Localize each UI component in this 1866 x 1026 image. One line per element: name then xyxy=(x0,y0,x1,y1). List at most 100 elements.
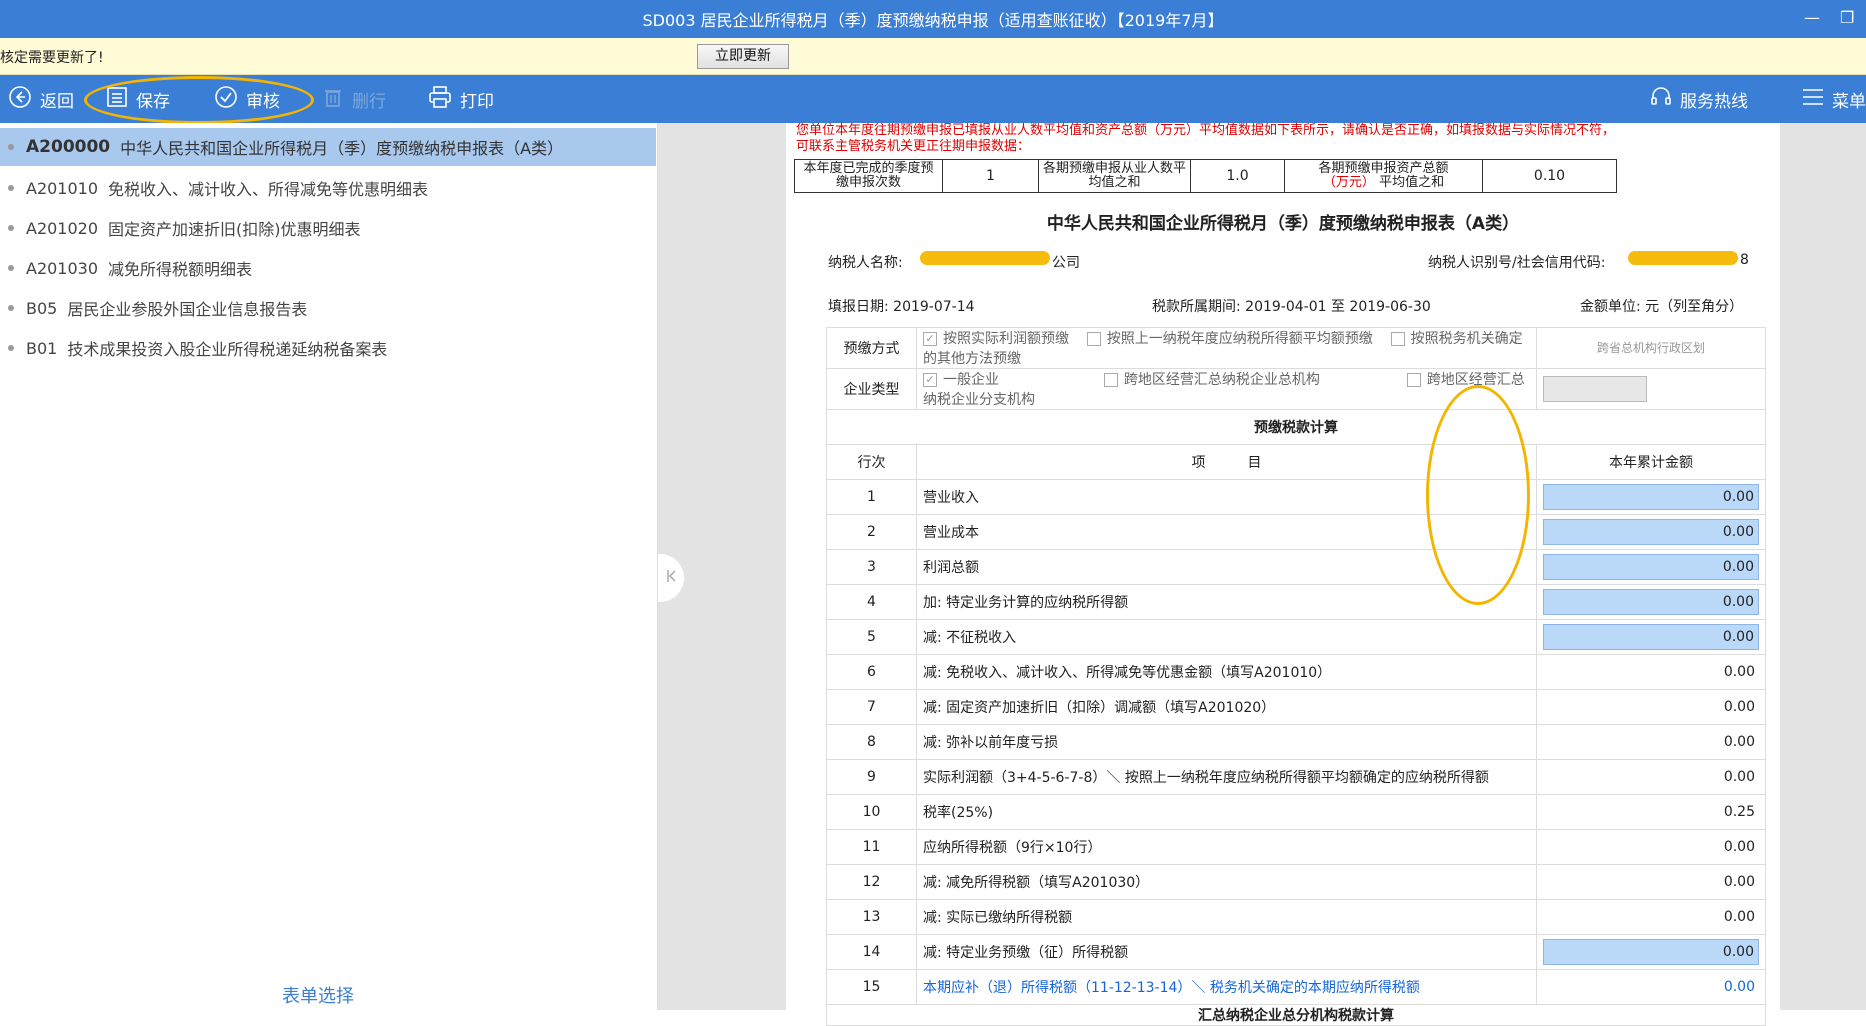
summary-value-2: 1.0 xyxy=(1190,159,1285,193)
form-table: 预缴方式 ✓ 按照实际利润额预缴 按照上一纳税年度应纳税所得额平均额预缴 按照税务… xyxy=(826,327,1766,1026)
amount-input[interactable]: 0.00 xyxy=(1543,624,1759,650)
amount-value: 0.00 xyxy=(1723,769,1755,785)
prepay-opt1-checkbox[interactable]: ✓ 按照实际利润额预缴 xyxy=(923,331,1069,347)
row-number: 8 xyxy=(826,724,917,760)
amount-value: 0.00 xyxy=(1723,839,1755,855)
taxpayer-name-value: 公司 xyxy=(1052,255,1080,271)
trash-icon xyxy=(322,86,344,113)
row-number: 1 xyxy=(826,479,917,515)
amount-input[interactable]: 0.00 xyxy=(1543,554,1759,580)
amount-input[interactable]: 0.00 xyxy=(1543,484,1759,510)
sidebar-item-b05[interactable]: B05 居民企业参股外国企业信息报告表 xyxy=(0,289,656,327)
bullet-icon xyxy=(8,265,14,271)
printer-icon xyxy=(428,85,452,113)
row-amount-cell: 0.00 xyxy=(1536,759,1766,795)
collapse-left-icon xyxy=(666,569,676,587)
sidebar-item-label: 技术成果投资入股企业所得税递延纳税备案表 xyxy=(67,340,388,359)
hotline-label: 服务热线 xyxy=(1680,91,1748,112)
right-margin xyxy=(1780,123,1866,1010)
row-item: 减: 减免所得税额（填写A201030） xyxy=(916,864,1537,900)
table-row: 12 减: 减免所得税额（填写A201030） 0.00 xyxy=(826,864,1766,900)
row-number: 6 xyxy=(826,654,917,690)
warning-text: 您单位本年度往期预缴申报已填报从业人数平均值和资产总额（万元）平均值数据如下表所… xyxy=(796,123,1616,154)
row-amount-cell: 0.00 xyxy=(1536,479,1766,515)
summary-label-1: 本年度已完成的季度预缴申报次数 xyxy=(794,159,943,193)
summary-label-3b: （万元） xyxy=(1322,175,1375,190)
type-opt2-label: 跨地区经营汇总纳税企业总机构 xyxy=(1123,372,1320,388)
type-opt2-checkbox[interactable]: 跨地区经营汇总纳税企业总机构 xyxy=(1103,372,1320,388)
form-select-link[interactable]: 表单选择 xyxy=(282,982,354,1008)
amount-input[interactable]: 0.00 xyxy=(1543,519,1759,545)
bullet-icon xyxy=(8,185,14,191)
amount-value: 0.25 xyxy=(1723,804,1755,820)
row-item: 应纳所得税额（9行×10行） xyxy=(916,829,1537,865)
prepay-opt2-checkbox[interactable]: 按照上一纳税年度应纳税所得额平均额预缴 xyxy=(1086,331,1373,347)
row-number: 7 xyxy=(826,689,917,725)
print-button[interactable]: 打印 xyxy=(428,75,494,123)
type-opt1-checkbox[interactable]: ✓ 一般企业 xyxy=(923,372,999,388)
amount-value: 0.00 xyxy=(1723,664,1755,680)
amount-input[interactable]: 0.00 xyxy=(1543,589,1759,615)
row-item: 加: 特定业务计算的应纳税所得额 xyxy=(916,584,1537,620)
row-item: 减: 不征税收入 xyxy=(916,619,1537,655)
row-item: 减: 特定业务预缴（征）所得税额 xyxy=(916,934,1537,970)
hotline-button[interactable]: 服务热线 xyxy=(1650,75,1748,123)
back-button[interactable]: 返回 xyxy=(8,75,74,123)
row-amount-cell: 0.00 xyxy=(1536,619,1766,655)
table-row: 1 营业收入 0.00 xyxy=(826,479,1766,515)
region-select[interactable] xyxy=(1543,376,1647,402)
row-amount-cell: 0.00 xyxy=(1536,514,1766,550)
update-notice-bar: 核定需要更新了! 立即更新 xyxy=(0,38,1866,75)
menu-button[interactable]: 菜单 xyxy=(1802,75,1866,123)
table-row: 11 应纳所得税额（9行×10行） 0.00 xyxy=(826,829,1766,865)
table-row: 13 减: 实际已缴纳所得税额 0.00 xyxy=(826,899,1766,935)
summary-label-3c: 平均值之和 xyxy=(1379,175,1445,190)
sidebar-item-b01[interactable]: B01 技术成果投资入股企业所得税递延纳税备案表 xyxy=(0,329,656,367)
taxpayer-id-value: 8 xyxy=(1740,252,1749,268)
tax-form-document: 您单位本年度往期预缴申报已填报从业人数平均值和资产总额（万元）平均值数据如下表所… xyxy=(786,123,1780,1026)
sidebar-item-a201030[interactable]: A201030 减免所得税额明细表 xyxy=(0,249,656,287)
back-label: 返回 xyxy=(40,91,74,112)
sidebar-item-a201020[interactable]: A201020 固定资产加速折旧(扣除)优惠明细表 xyxy=(0,209,656,247)
menu-label: 菜单 xyxy=(1832,91,1866,112)
checkbox-icon xyxy=(1390,332,1405,346)
amount-input[interactable]: 0.00 xyxy=(1543,939,1759,965)
prepay-method-label: 预缴方式 xyxy=(826,327,917,369)
row-amount-cell: 0.00 xyxy=(1536,899,1766,935)
menu-icon xyxy=(1802,87,1824,112)
sidebar-item-label: 固定资产加速折旧(扣除)优惠明细表 xyxy=(108,220,361,239)
row-number: 13 xyxy=(826,899,917,935)
type-opt1-label: 一般企业 xyxy=(943,372,999,388)
update-now-button[interactable]: 立即更新 xyxy=(697,44,789,69)
row-item: 减: 固定资产加速折旧（扣除）调减额（填写A201020） xyxy=(916,689,1537,725)
minimize-button[interactable]: — xyxy=(1804,8,1820,27)
checkbox-checked-icon: ✓ xyxy=(923,373,937,387)
sidebar-item-code: A201010 xyxy=(26,178,99,198)
amount-value: 0.00 xyxy=(1723,979,1755,995)
next-section-title: 汇总纳税企业总分机构税款计算 xyxy=(826,1004,1766,1026)
form-list-sidebar: A200000 中华人民共和国企业所得税月（季）度预缴纳税申报表（A类） A20… xyxy=(0,123,658,1010)
restore-button[interactable]: ❐ xyxy=(1840,8,1854,27)
sidebar-item-a200000[interactable]: A200000 中华人民共和国企业所得税月（季）度预缴纳税申报表（A类） xyxy=(0,128,656,166)
prepay-method-options: ✓ 按照实际利润额预缴 按照上一纳税年度应纳税所得额平均额预缴 按照税务机关确定的… xyxy=(916,327,1537,369)
amount-value: 0.00 xyxy=(1723,734,1755,750)
sidebar-item-label: 居民企业参股外国企业信息报告表 xyxy=(67,300,308,319)
sidebar-item-code: A201030 xyxy=(26,258,99,278)
delete-row-button[interactable]: 删行 xyxy=(322,75,386,123)
headset-icon xyxy=(1650,86,1672,113)
sidebar-item-label: 中华人民共和国企业所得税月（季）度预缴纳税申报表（A类） xyxy=(120,139,564,158)
sidebar-item-a201010[interactable]: A201010 免税收入、减计收入、所得减免等优惠明细表 xyxy=(0,169,656,207)
row-amount-cell: 0.00 xyxy=(1536,724,1766,760)
summary-value-1: 1 xyxy=(942,159,1039,193)
redaction-mark xyxy=(1628,251,1738,265)
summary-value-3: 0.10 xyxy=(1482,159,1617,193)
prepay-opt1-label: 按照实际利润额预缴 xyxy=(943,331,1069,347)
taxpayer-id-label: 纳税人识别号/社会信用代码: xyxy=(1428,255,1606,271)
checkbox-checked-icon: ✓ xyxy=(923,332,937,346)
bullet-icon xyxy=(8,144,14,150)
summary-label-3: 各期预缴申报资产总额 （万元） 平均值之和 xyxy=(1284,159,1483,193)
checkbox-icon xyxy=(1103,373,1118,387)
row-amount-cell: 0.00 xyxy=(1536,864,1766,900)
row-number: 14 xyxy=(826,934,917,970)
summary-label-3a: 各期预缴申报资产总额 xyxy=(1318,161,1449,176)
